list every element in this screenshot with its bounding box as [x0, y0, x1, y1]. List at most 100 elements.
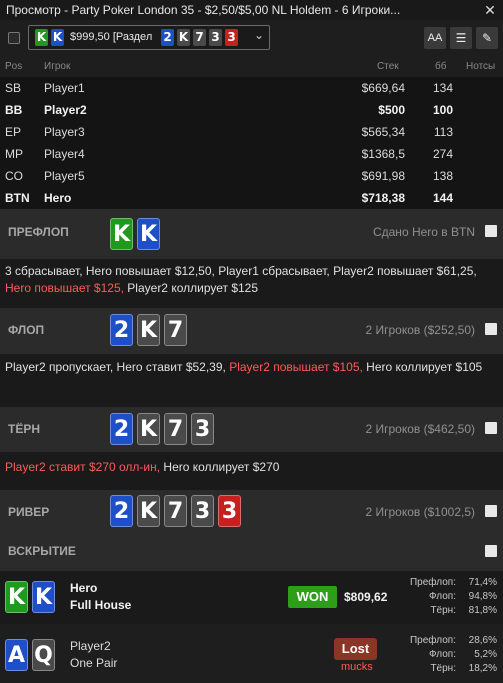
- player-bb: 134: [432, 81, 453, 95]
- hole-card: K: [5, 581, 28, 613]
- player-name: Player3: [44, 125, 85, 139]
- showdown-row-player2: A Q Player2 One Pair Lost mucks Префлоп:…: [0, 627, 503, 683]
- col-stack: Стек: [377, 61, 399, 72]
- section-title: ПРЕФЛОП: [8, 225, 69, 239]
- player-stack: $565,34: [361, 125, 405, 139]
- board-card: 3: [191, 495, 214, 527]
- player-pos: EP: [5, 125, 22, 139]
- col-notes: Нотсы: [466, 61, 496, 72]
- selector-card: K: [35, 29, 48, 46]
- player-name: Player2: [44, 103, 87, 117]
- equity-label: Префлоп:: [409, 577, 456, 588]
- select-hand-checkbox[interactable]: [8, 32, 20, 44]
- window-titlebar: Просмотр - Party Poker London 35 - $2,50…: [0, 0, 503, 20]
- action: 3 сбрасывает,: [5, 264, 86, 278]
- font-size-button[interactable]: AA: [424, 27, 446, 49]
- action: Player2 коллирует $125: [127, 281, 259, 295]
- player-stack: $500: [378, 103, 405, 117]
- flop-actions: Player2 пропускает, Hero ставит $52,39, …: [0, 354, 503, 407]
- equity-value: 94,8%: [468, 591, 497, 602]
- equity-label: Тёрн:: [430, 605, 456, 616]
- action: Player2 пропускает,: [5, 360, 117, 374]
- hole-card: K: [32, 581, 55, 613]
- section-turn: ТЁРН 2 K 7 3 2 Игроков ($462,50): [0, 407, 503, 452]
- player-row[interactable]: BTN Hero $718,38 144: [0, 187, 503, 209]
- player-pos: BB: [5, 103, 23, 117]
- player-pos: MP: [5, 147, 23, 161]
- section-title: ФЛОП: [8, 323, 45, 337]
- hole-card: K: [110, 218, 133, 250]
- board-card: 2: [110, 314, 133, 346]
- player-name: Player1: [44, 81, 85, 95]
- board-card: 7: [164, 495, 187, 527]
- section-info: 2 Игроков ($1002,5): [365, 505, 476, 519]
- player-row[interactable]: EP Player3 $565,34 113: [0, 121, 503, 143]
- board-card: 3: [218, 495, 241, 527]
- showdown-row-hero: K K Hero Full House WON $809,62 Префлоп:…: [0, 571, 503, 624]
- action: Hero коллирует $270: [163, 460, 280, 474]
- won-badge: WON: [288, 586, 337, 608]
- hole-card: Q: [32, 639, 55, 671]
- turn-actions: Player2 ставит $270 олл-ин, Hero коллиру…: [0, 452, 503, 490]
- showdown-hand: Full House: [70, 598, 132, 612]
- note-icon[interactable]: [485, 422, 497, 434]
- note-icon[interactable]: [485, 545, 497, 557]
- preflop-actions: 3 сбрасывает, Hero повышает $12,50, Play…: [0, 259, 503, 308]
- note-icon[interactable]: [485, 323, 497, 335]
- board-card: K: [137, 413, 160, 445]
- player-bb: 274: [432, 147, 453, 161]
- player-bb: 113: [433, 125, 453, 139]
- selector-board-card: 2: [161, 29, 174, 46]
- selector-board-card: 3: [209, 29, 222, 46]
- action: Player2 повышает $61,25,: [333, 264, 477, 278]
- equity-label: Тёрн:: [430, 663, 456, 674]
- action: Hero повышает $12,50,: [85, 264, 219, 278]
- hole-card: A: [5, 639, 28, 671]
- board-card: 7: [164, 413, 187, 445]
- equity-value: 18,2%: [468, 663, 497, 674]
- note-icon[interactable]: [485, 505, 497, 517]
- player-pos: CO: [5, 169, 23, 183]
- action: Hero ставит $52,39,: [116, 360, 230, 374]
- section-info: 2 Игроков ($252,50): [365, 323, 476, 337]
- equity-label: Флоп:: [429, 649, 456, 660]
- section-flop: ФЛОП 2 K 7 2 Игроков ($252,50): [0, 308, 503, 354]
- player-name: Hero: [44, 191, 72, 205]
- player-bb: 100: [432, 103, 453, 117]
- equity-value: 28,6%: [468, 635, 497, 646]
- player-row[interactable]: MP Player4 $1368,5 274: [0, 143, 503, 165]
- board-card: 3: [191, 413, 214, 445]
- player-stack: $718,38: [361, 191, 405, 205]
- players-table-header: Pos Игрок Стек бб Нотсы: [0, 56, 503, 76]
- hand-selector-dropdown[interactable]: K K $999,50 [Раздели... 2 K 7 3 3 ⌄: [28, 25, 270, 50]
- player-row[interactable]: SB Player1 $669,64 134: [0, 77, 503, 99]
- player-row[interactable]: BB Player2 $500 100: [0, 99, 503, 121]
- board-card: 2: [110, 495, 133, 527]
- section-title: ВСКРЫТИЕ: [8, 544, 76, 558]
- board-card: K: [137, 314, 160, 346]
- player-name: Player5: [44, 169, 85, 183]
- window-title: Просмотр - Party Poker London 35 - $2,50…: [6, 3, 401, 17]
- col-pos: Pos: [5, 61, 23, 72]
- won-amount: $809,62: [344, 590, 388, 604]
- section-showdown: ВСКРЫТИЕ: [0, 533, 503, 571]
- player-stack: $1368,5: [361, 147, 405, 161]
- close-icon[interactable]: ✕: [483, 0, 497, 20]
- player-row[interactable]: CO Player5 $691,98 138: [0, 165, 503, 187]
- equity-label: Флоп:: [429, 591, 456, 602]
- player-stack: $669,64: [361, 81, 405, 95]
- player-pos: SB: [5, 81, 22, 95]
- selector-board-card: 7: [193, 29, 206, 46]
- list-view-button[interactable]: ☰: [450, 27, 472, 49]
- lost-badge: Lost: [334, 638, 377, 660]
- edit-pencil-icon[interactable]: ✎: [476, 27, 498, 49]
- player-pos: BTN: [5, 191, 30, 205]
- action-highlight: Hero повышает $125,: [5, 281, 128, 295]
- equity-value: 81,8%: [468, 605, 497, 616]
- toolbar: K K $999,50 [Раздели... 2 K 7 3 3 ⌄ AA ☰…: [0, 20, 503, 56]
- note-icon[interactable]: [485, 225, 497, 237]
- selector-board-card: 3: [225, 29, 238, 46]
- player-name: Player4: [44, 147, 85, 161]
- player-bb: 144: [432, 191, 453, 205]
- section-info: Сдано Hero в BTN: [372, 225, 475, 239]
